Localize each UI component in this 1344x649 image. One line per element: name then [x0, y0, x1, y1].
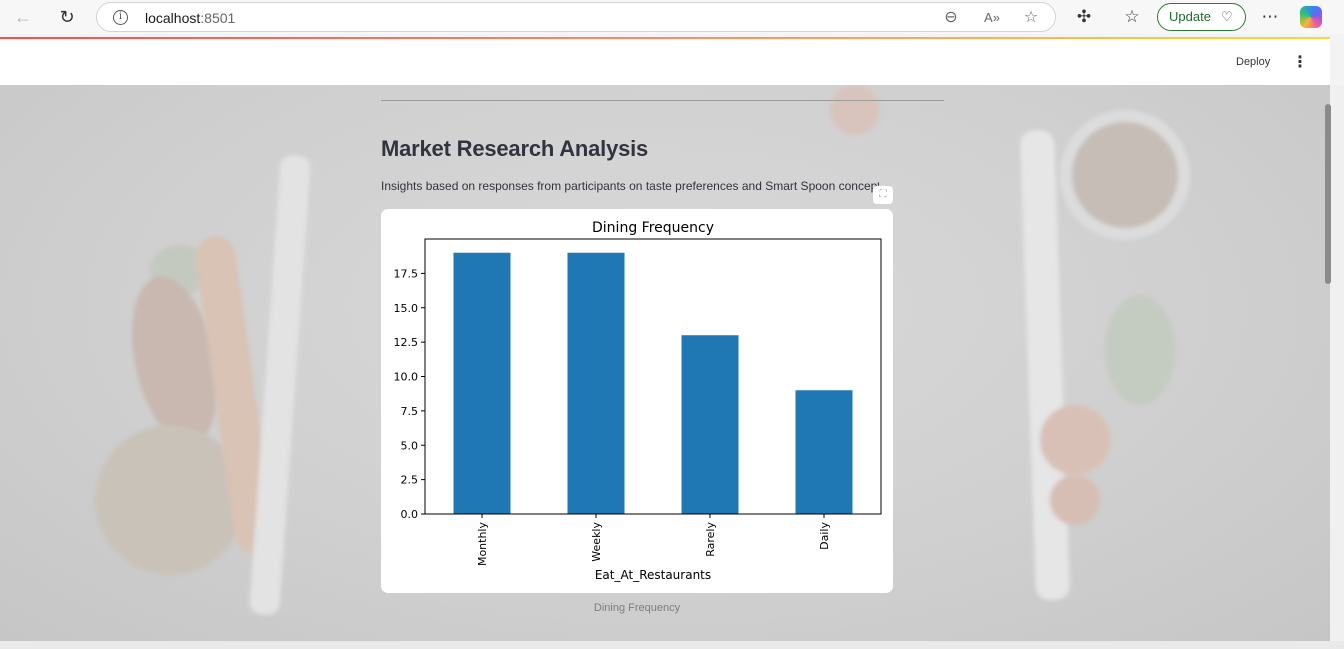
- heartbeat-icon: ♡: [1221, 9, 1233, 24]
- page-title: Market Research Analysis: [381, 136, 649, 161]
- y-tick-label: 7.5: [401, 405, 419, 418]
- fullscreen-icon[interactable]: ⛶: [873, 186, 893, 204]
- background-decoration: [1060, 110, 1190, 240]
- app-main-area: Market Research Analysis Insights based …: [0, 85, 1330, 641]
- favorites-icon[interactable]: ☆: [1121, 6, 1143, 28]
- background-decoration: [1040, 405, 1110, 475]
- deploy-button[interactable]: Deploy: [1236, 56, 1270, 68]
- page-subtitle: Insights based on responses from partici…: [381, 179, 879, 193]
- reload-icon[interactable]: ↻: [55, 6, 79, 28]
- address-bar[interactable]: i localhost:8501 ⊖ A» ☆: [96, 2, 1056, 32]
- background-decoration: [248, 154, 312, 616]
- bar-daily: [795, 390, 853, 514]
- main-menu-icon[interactable]: ⋮: [1292, 54, 1308, 72]
- url-text[interactable]: localhost:8501: [145, 10, 235, 26]
- x-tick-label: Daily: [818, 522, 831, 550]
- bar-chart: Dining Frequency Eat_At_Restaurants 0.0 2…: [394, 220, 882, 582]
- site-info-icon[interactable]: i: [113, 10, 128, 25]
- favorite-star-icon[interactable]: ☆: [1020, 7, 1042, 29]
- scrollbar[interactable]: [1330, 85, 1344, 641]
- y-tick-label: 17.5: [394, 267, 419, 280]
- read-aloud-icon[interactable]: A»: [981, 7, 1003, 29]
- y-tick-label: 0.0: [401, 508, 419, 521]
- bar-rarely: [681, 335, 739, 514]
- more-options-icon[interactable]: ⋯: [1259, 6, 1281, 28]
- x-axis-label: Eat_At_Restaurants: [595, 568, 711, 582]
- y-tick-label: 15.0: [394, 302, 419, 315]
- y-tick-label: 10.0: [394, 371, 419, 384]
- taskbar-edge: [0, 641, 1344, 649]
- bar-weekly: [567, 252, 625, 514]
- copilot-icon[interactable]: [1300, 6, 1322, 28]
- background-decoration: [1105, 295, 1175, 405]
- x-tick-label: Weekly: [590, 522, 603, 562]
- app-header: Deploy ⋮: [0, 39, 1330, 85]
- zoom-out-icon[interactable]: ⊖: [940, 7, 962, 29]
- x-tick-label: Rarely: [704, 522, 717, 557]
- back-arrow-icon[interactable]: ←: [11, 6, 35, 28]
- chart-card: Dining Frequency Eat_At_Restaurants 0.0 2…: [381, 209, 893, 593]
- section-divider: [381, 100, 944, 101]
- chart-caption: Dining Frequency: [593, 602, 681, 614]
- background-decoration: [1050, 475, 1100, 525]
- y-tick-label: 5.0: [401, 439, 419, 452]
- browser-toolbar: ← ↻ i localhost:8501 ⊖ A» ☆ ✣ ☆ Update ♡…: [0, 0, 1344, 34]
- chart-title: Dining Frequency: [592, 220, 714, 236]
- x-tick-label: Monthly: [476, 522, 489, 567]
- update-button[interactable]: Update ♡: [1157, 3, 1246, 31]
- background-image: [830, 85, 880, 135]
- background-decoration: [1019, 129, 1071, 601]
- y-tick-label: 2.5: [401, 474, 419, 487]
- scrollbar-thumb[interactable]: [1325, 104, 1331, 284]
- bar-monthly: [453, 252, 511, 514]
- extensions-icon[interactable]: ✣: [1073, 6, 1095, 28]
- y-tick-label: 12.5: [394, 336, 419, 349]
